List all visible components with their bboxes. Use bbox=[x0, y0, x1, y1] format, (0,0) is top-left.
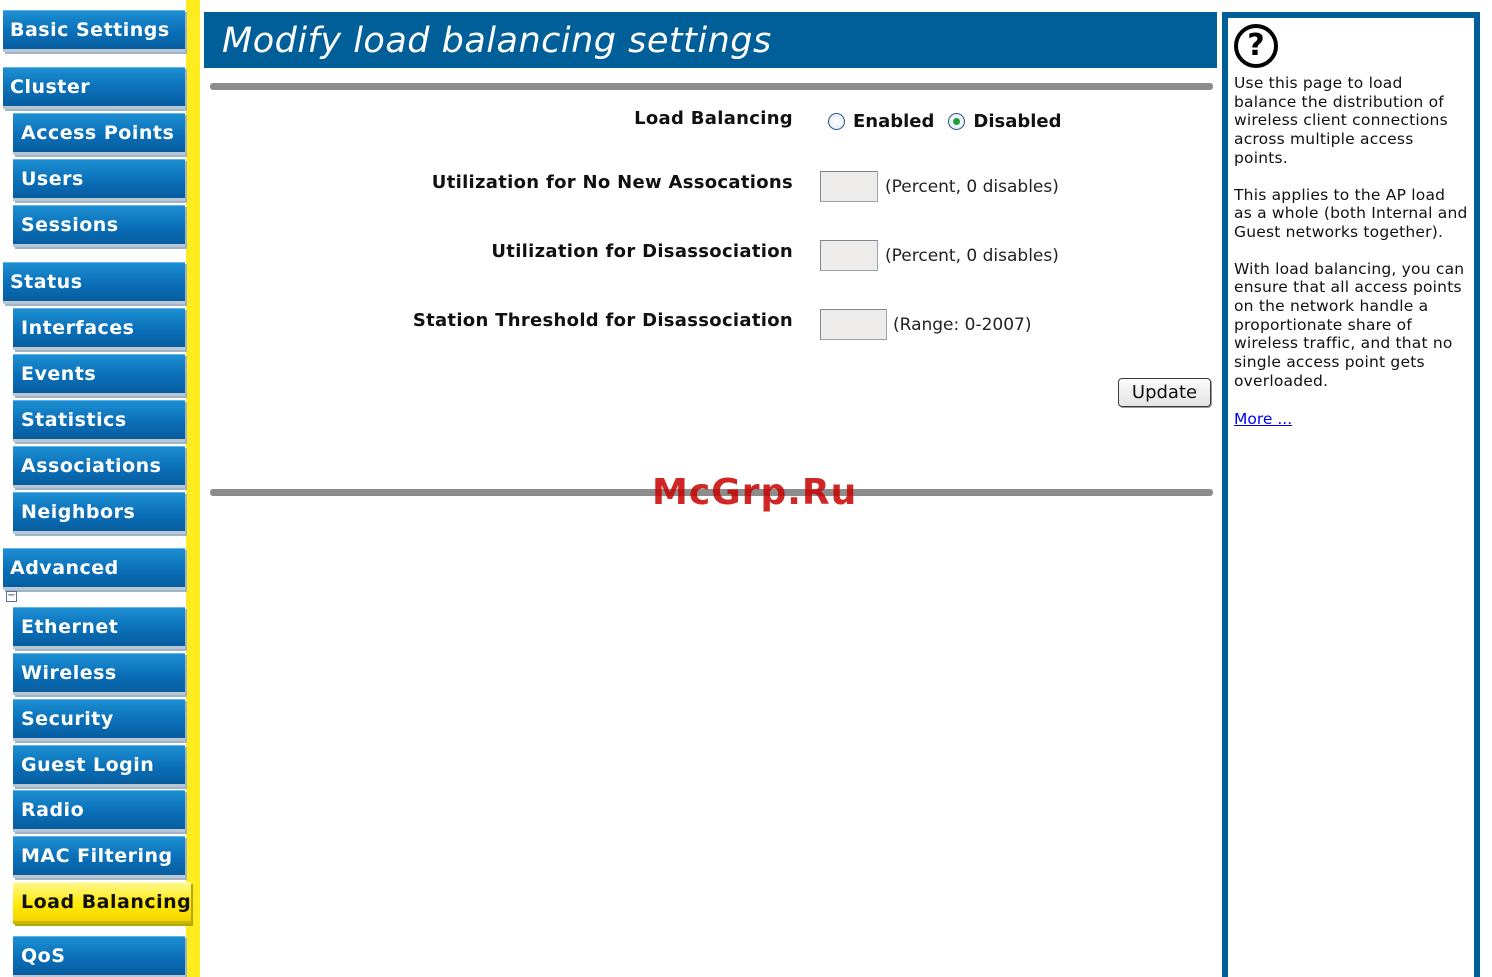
disassoc-input[interactable] bbox=[820, 240, 878, 271]
nav-load-balancing[interactable]: Load Balancing bbox=[13, 882, 191, 924]
nav-qos[interactable]: QoS bbox=[13, 936, 185, 977]
update-button[interactable]: Update bbox=[1118, 378, 1211, 407]
help-paragraph-3: With load balancing, you can ensure that… bbox=[1234, 259, 1465, 390]
sidebar: Basic Settings Cluster Access Points Use… bbox=[0, 0, 200, 977]
no-new-assoc-label: Utilization for No New Assocations bbox=[431, 172, 793, 193]
help-more-link[interactable]: More ... bbox=[1234, 410, 1292, 428]
nav-mac-filtering[interactable]: MAC Filtering bbox=[13, 836, 185, 878]
nav-status[interactable]: Status bbox=[3, 262, 185, 304]
nav-security[interactable]: Security bbox=[13, 699, 185, 741]
radio-enabled-label: Enabled bbox=[853, 111, 935, 132]
nav-access-points[interactable]: Access Points bbox=[13, 113, 185, 155]
no-new-assoc-hint: (Percent, 0 disables) bbox=[885, 177, 1059, 197]
help-paragraph-1: Use this page to load balance the distri… bbox=[1234, 74, 1448, 167]
radio-disabled[interactable] bbox=[948, 113, 966, 130]
sidebar-accent-rail bbox=[186, 0, 200, 977]
station-threshold-input[interactable] bbox=[820, 309, 887, 340]
load-balancing-label: Load Balancing bbox=[634, 108, 793, 129]
nav-radio[interactable]: Radio bbox=[13, 790, 185, 832]
nav-advanced[interactable]: Advanced bbox=[3, 548, 185, 590]
nav-wireless[interactable]: Wireless bbox=[13, 653, 185, 695]
radio-disabled-label: Disabled bbox=[973, 111, 1062, 132]
nav-associations[interactable]: Associations bbox=[13, 446, 185, 488]
main-content: Modify load balancing settings Load Bala… bbox=[204, 12, 1217, 977]
nav-ethernet[interactable]: Ethernet bbox=[13, 607, 185, 649]
load-balancing-radio-group: Enabled Disabled bbox=[828, 111, 1062, 132]
radio-selected-dot bbox=[953, 118, 961, 125]
nav-statistics[interactable]: Statistics bbox=[13, 400, 185, 442]
station-threshold-label: Station Threshold for Disassociation bbox=[412, 310, 793, 331]
help-question-icon: ? bbox=[1234, 24, 1278, 68]
nav-events[interactable]: Events bbox=[13, 354, 185, 396]
help-paragraph-2: This applies to the AP load as a whole (… bbox=[1234, 185, 1468, 241]
nav-sessions[interactable]: Sessions bbox=[13, 205, 185, 247]
nav-cluster[interactable]: Cluster bbox=[3, 67, 185, 109]
watermark: McGrp.Ru bbox=[652, 472, 858, 513]
collapse-advanced-icon[interactable]: − bbox=[6, 591, 17, 602]
divider-top bbox=[210, 83, 1213, 90]
nav-neighbors[interactable]: Neighbors bbox=[13, 492, 185, 534]
nav-guest-login[interactable]: Guest Login bbox=[13, 745, 185, 787]
radio-enabled[interactable] bbox=[828, 113, 845, 130]
no-new-assoc-input[interactable] bbox=[820, 171, 878, 202]
disassoc-hint: (Percent, 0 disables) bbox=[885, 246, 1059, 266]
page-title: Modify load balancing settings bbox=[204, 12, 1217, 68]
disassoc-label: Utilization for Disassociation bbox=[491, 241, 793, 262]
nav-interfaces[interactable]: Interfaces bbox=[13, 308, 185, 350]
nav-users[interactable]: Users bbox=[13, 159, 185, 201]
station-threshold-hint: (Range: 0-2007) bbox=[893, 315, 1032, 335]
nav-basic-settings[interactable]: Basic Settings bbox=[3, 10, 185, 52]
help-panel: ? Use this page to load balance the dist… bbox=[1222, 12, 1480, 977]
